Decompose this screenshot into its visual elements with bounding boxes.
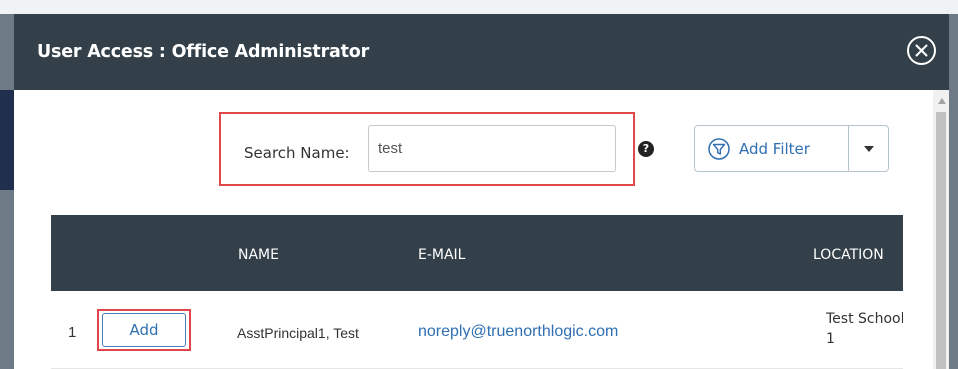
funnel-icon xyxy=(708,138,730,160)
location-line-2: 1 xyxy=(826,331,835,347)
user-name-cell: AsstPrincipal1, Test xyxy=(237,325,359,341)
user-location-cell: Test School 1 xyxy=(826,309,903,349)
table-header: NAME E-MAIL LOCATION xyxy=(51,215,903,291)
background-app-top xyxy=(0,0,958,14)
table-row: 1 Add AsstPrincipal1, Test noreply@truen… xyxy=(51,291,903,369)
add-user-button[interactable]: Add xyxy=(102,313,186,347)
row-index: 1 xyxy=(68,324,77,341)
add-filter-label: Add Filter xyxy=(739,140,810,158)
scroll-thumb[interactable] xyxy=(936,112,946,369)
user-email-link[interactable]: noreply@truenorthlogic.com xyxy=(418,323,618,341)
filter-dropdown-toggle[interactable] xyxy=(849,126,888,171)
vertical-scrollbar[interactable] xyxy=(933,90,949,369)
modal-title: User Access : Office Administrator xyxy=(37,42,370,62)
column-header-name[interactable]: NAME xyxy=(238,247,279,263)
close-button[interactable] xyxy=(907,36,936,65)
question-circle-icon[interactable]: ? xyxy=(638,141,654,157)
chevron-down-icon xyxy=(864,146,874,152)
background-app-left xyxy=(0,14,14,369)
background-app-right xyxy=(949,14,958,369)
scroll-up-arrow-icon[interactable] xyxy=(938,98,946,104)
search-name-label: Search Name: xyxy=(244,144,350,162)
column-header-email[interactable]: E-MAIL xyxy=(418,247,465,263)
add-filter-button[interactable]: Add Filter xyxy=(695,126,848,171)
modal-header: User Access : Office Administrator xyxy=(14,14,949,90)
column-header-location[interactable]: LOCATION xyxy=(813,247,884,263)
background-app-nav xyxy=(0,90,14,190)
user-access-modal: User Access : Office Administrator NAME … xyxy=(14,14,949,369)
search-name-input[interactable] xyxy=(368,125,616,172)
close-icon xyxy=(915,44,928,57)
location-line-1: Test School xyxy=(826,311,903,327)
add-filter-button-group: Add Filter xyxy=(694,125,889,172)
